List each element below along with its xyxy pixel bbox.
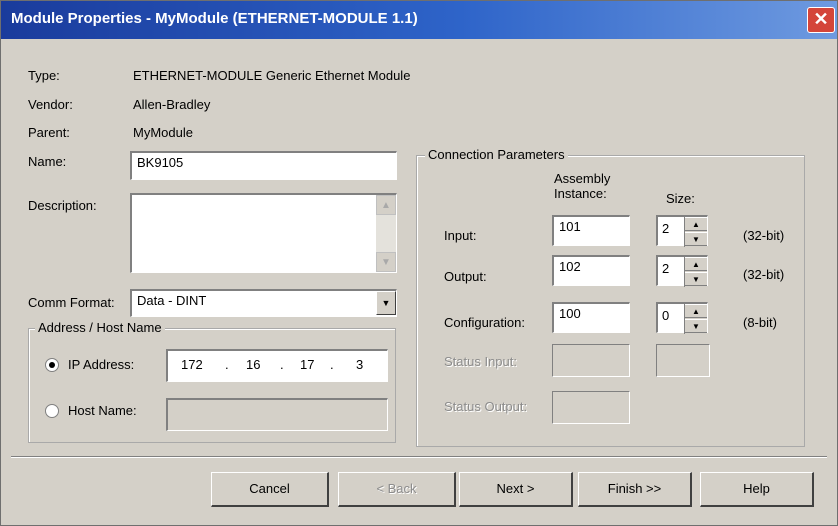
output-size-field[interactable]: 2 ▲ ▼ (656, 255, 708, 287)
configuration-size-field[interactable]: 0 ▲ ▼ (656, 302, 708, 334)
output-size-value: 2 (662, 261, 670, 276)
button-separator (11, 456, 827, 458)
description-scrollbar[interactable]: ▲ ▼ (376, 195, 396, 272)
address-group-title: Address / Host Name (35, 320, 165, 335)
connection-group-title: Connection Parameters (425, 147, 568, 162)
comm-format-select[interactable]: Data - DINT ▼ (130, 289, 397, 317)
status-input-instance-field (552, 344, 630, 377)
input-instance-field[interactable]: 101 (552, 215, 630, 246)
input-unit: (32-bit) (743, 228, 785, 243)
input-size-spinner[interactable]: ▲ ▼ (684, 217, 707, 247)
name-label: Name: (28, 154, 67, 169)
input-label: Input: (444, 228, 477, 243)
name-field-value: BK9105 (137, 155, 184, 170)
input-size-field[interactable]: 2 ▲ ▼ (656, 215, 708, 247)
scroll-down-icon[interactable]: ▼ (376, 252, 396, 272)
description-label: Description: (28, 198, 97, 213)
finish-button[interactable]: Finish >> (578, 472, 692, 507)
assembly-instance-header: Assembly Instance: (554, 171, 611, 201)
close-button[interactable]: ✕ (807, 7, 835, 33)
spin-down-icon[interactable]: ▼ (685, 319, 707, 333)
output-unit: (32-bit) (743, 267, 785, 282)
close-icon: ✕ (813, 9, 829, 29)
vendor-value: Allen-Bradley (133, 97, 211, 112)
module-properties-dialog: Module Properties - MyModule (ETHERNET-M… (0, 0, 838, 526)
ip-dot-1: . (225, 357, 229, 372)
ip-octet-3: 17 (300, 357, 315, 372)
scroll-up-icon[interactable]: ▲ (376, 195, 396, 215)
input-size-value: 2 (662, 221, 670, 236)
status-output-instance-field (552, 391, 630, 424)
spin-down-icon[interactable]: ▼ (685, 232, 707, 246)
ip-dot-2: . (280, 357, 284, 372)
vendor-label: Vendor: (28, 97, 73, 112)
window-title: Module Properties - MyModule (ETHERNET-M… (11, 10, 418, 27)
ip-address-label: IP Address: (68, 357, 135, 372)
host-name-label: Host Name: (68, 403, 137, 418)
spin-up-icon[interactable]: ▲ (685, 304, 707, 318)
configuration-label: Configuration: (444, 315, 525, 330)
ip-address-radio[interactable] (45, 358, 59, 372)
output-instance-field[interactable]: 102 (552, 255, 630, 286)
ip-octet-4: 3 (356, 357, 364, 372)
type-label: Type: (28, 68, 60, 83)
output-size-spinner[interactable]: ▲ ▼ (684, 257, 707, 287)
output-label: Output: (444, 269, 487, 284)
spin-up-icon[interactable]: ▲ (685, 257, 707, 271)
host-name-radio[interactable] (45, 404, 59, 418)
status-input-size-field (656, 344, 710, 377)
configuration-instance-value: 100 (559, 306, 581, 321)
type-value: ETHERNET-MODULE Generic Ethernet Module (133, 68, 411, 83)
ip-dot-3: . (330, 357, 334, 372)
host-name-field[interactable] (166, 398, 388, 431)
size-header: Size: (666, 191, 695, 206)
configuration-size-value: 0 (662, 308, 670, 323)
status-input-label: Status Input: (444, 354, 517, 369)
output-instance-value: 102 (559, 259, 581, 274)
ip-octet-1: 172 (181, 357, 203, 372)
comm-format-label: Comm Format: (28, 295, 115, 310)
configuration-size-spinner[interactable]: ▲ ▼ (684, 304, 707, 334)
configuration-instance-field[interactable]: 100 (552, 302, 630, 333)
input-instance-value: 101 (559, 219, 581, 234)
status-output-label: Status Output: (444, 399, 528, 414)
spin-up-icon[interactable]: ▲ (685, 217, 707, 231)
next-button[interactable]: Next > (459, 472, 573, 507)
parent-label: Parent: (28, 125, 70, 140)
name-field[interactable]: BK9105 (130, 151, 397, 180)
configuration-unit: (8-bit) (743, 315, 777, 330)
comm-format-value: Data - DINT (137, 293, 207, 308)
chevron-down-icon[interactable]: ▼ (376, 291, 396, 315)
spin-down-icon[interactable]: ▼ (685, 272, 707, 286)
title-bar[interactable]: Module Properties - MyModule (ETHERNET-M… (1, 1, 837, 39)
help-button[interactable]: Help (700, 472, 814, 507)
ip-octet-2: 16 (246, 357, 261, 372)
parent-value: MyModule (133, 125, 193, 140)
back-button[interactable]: < Back (338, 472, 456, 507)
cancel-button[interactable]: Cancel (211, 472, 329, 507)
description-field[interactable]: ▲ ▼ (130, 193, 397, 273)
radio-selected-dot (49, 362, 55, 368)
ip-address-field[interactable]: 172 . 16 . 17 . 3 (166, 349, 388, 382)
